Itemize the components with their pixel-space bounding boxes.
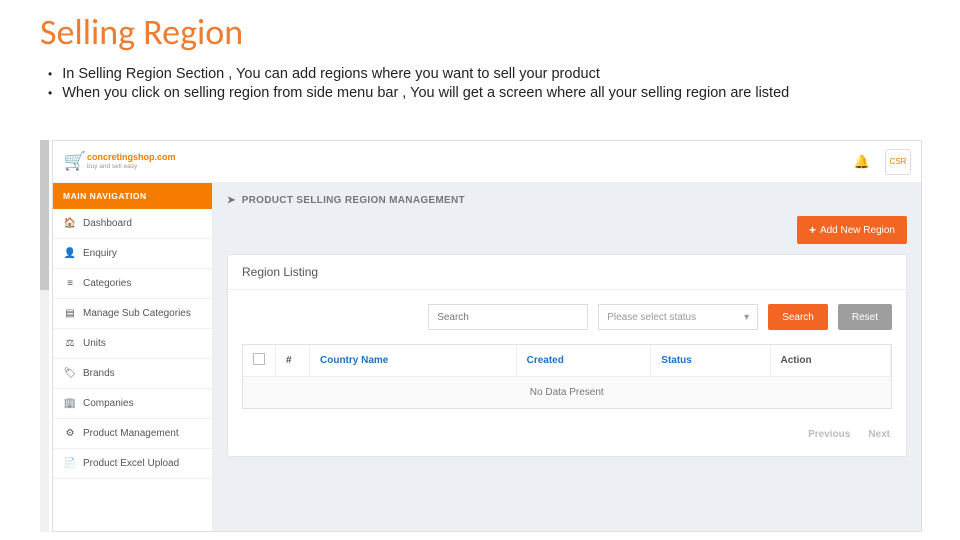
page-scrollbar[interactable] [40, 140, 49, 532]
region-table: # Country Name Created Status Action No … [242, 344, 892, 409]
select-all-checkbox[interactable] [253, 353, 265, 365]
column-status[interactable]: Status [651, 345, 770, 377]
table-empty-row: No Data Present [243, 377, 891, 409]
region-listing-card: Region Listing Please select status ▾ Se… [227, 254, 907, 457]
add-button-label: Add New Region [820, 225, 895, 236]
sidebar-item-dashboard[interactable]: 🏠 Dashboard [53, 209, 212, 239]
page-title: ➤ PRODUCT SELLING REGION MANAGEMENT [227, 195, 907, 206]
column-created[interactable]: Created [516, 345, 651, 377]
sidebar-item-label: Dashboard [83, 218, 132, 229]
main-content: ➤ PRODUCT SELLING REGION MANAGEMENT + Ad… [213, 183, 921, 531]
scrollbar-thumb[interactable] [40, 140, 49, 290]
bullet-2: When you click on selling region from si… [48, 85, 920, 101]
column-country[interactable]: Country Name [310, 345, 517, 377]
slide-bullets: In Selling Region Section , You can add … [40, 66, 920, 101]
slide-title: Selling Region [40, 10, 920, 54]
search-button[interactable]: Search [768, 304, 828, 330]
list-icon: ≡ [63, 278, 77, 289]
sidebar-item-label: Categories [83, 278, 131, 289]
sidebar-item-categories[interactable]: ≡ Categories [53, 269, 212, 299]
home-icon: 🏠 [63, 218, 77, 229]
filter-row: Please select status ▾ Search Reset [228, 290, 906, 344]
sidebar-item-units[interactable]: ⚖ Units [53, 329, 212, 359]
chevron-down-icon: ▾ [744, 312, 749, 323]
status-select[interactable]: Please select status ▾ [598, 304, 758, 330]
gear-icon: ⚙ [63, 428, 77, 439]
brand-logo[interactable]: 🛒 concretingshop.com buy and sell easy [63, 151, 176, 173]
sidebar-item-label: Units [83, 338, 106, 349]
sidebar-item-label: Manage Sub Categories [83, 308, 191, 319]
sidebar-item-label: Product Management [83, 428, 179, 439]
brand-tagline: buy and sell easy [87, 162, 176, 172]
search-input[interactable] [428, 304, 588, 330]
sidebar-item-brands[interactable]: 🏷 Brands [53, 359, 212, 389]
add-new-region-button[interactable]: + Add New Region [797, 216, 907, 244]
sidebar-item-subcategories[interactable]: ▤ Manage Sub Categories [53, 299, 212, 329]
file-icon: 📄 [63, 458, 77, 469]
bullet-1: In Selling Region Section , You can add … [48, 66, 920, 82]
sidebar-item-label: Product Excel Upload [83, 458, 179, 469]
brand-name: concretingshop.com [87, 152, 176, 162]
column-action: Action [770, 345, 891, 377]
scale-icon: ⚖ [63, 338, 77, 349]
sidebar-item-companies[interactable]: 🏢 Companies [53, 389, 212, 419]
reset-button[interactable]: Reset [838, 304, 892, 330]
user-icon: 👤 [63, 248, 77, 259]
toolbar: + Add New Region [227, 216, 907, 244]
sidebar-header: MAIN NAVIGATION [53, 183, 212, 209]
sidebar: MAIN NAVIGATION 🏠 Dashboard 👤 Enquiry ≡ Cat… [53, 183, 213, 531]
column-number: # [276, 345, 310, 377]
table-header-row: # Country Name Created Status Action [243, 345, 891, 377]
next-page-button[interactable]: Next [868, 429, 890, 440]
app-screenshot: 🛒 concretingshop.com buy and sell easy 🔔… [52, 140, 922, 532]
sidebar-item-product-management[interactable]: ⚙ Product Management [53, 419, 212, 449]
previous-page-button[interactable]: Previous [808, 429, 850, 440]
sidebar-item-label: Brands [83, 368, 115, 379]
notification-bell-icon[interactable]: 🔔 [847, 147, 877, 177]
building-icon: 🏢 [63, 398, 77, 409]
sidebar-item-enquiry[interactable]: 👤 Enquiry [53, 239, 212, 269]
page-title-text: PRODUCT SELLING REGION MANAGEMENT [242, 195, 465, 206]
sidebar-item-label: Enquiry [83, 248, 117, 259]
grid-icon: ▤ [63, 308, 77, 319]
pagination: Previous Next [228, 409, 906, 446]
plus-icon: + [809, 223, 816, 237]
cart-icon: 🛒 [63, 151, 87, 173]
no-data-message: No Data Present [243, 377, 891, 409]
sidebar-item-excel-upload[interactable]: 📄 Product Excel Upload [53, 449, 212, 479]
arrow-icon: ➤ [227, 195, 236, 206]
tag-icon: 🏷 [63, 368, 77, 379]
card-title: Region Listing [228, 255, 906, 290]
sidebar-item-label: Companies [83, 398, 134, 409]
avatar[interactable]: CSR [885, 149, 911, 175]
status-select-label: Please select status [607, 312, 696, 323]
app-header: 🛒 concretingshop.com buy and sell easy 🔔… [53, 141, 921, 183]
